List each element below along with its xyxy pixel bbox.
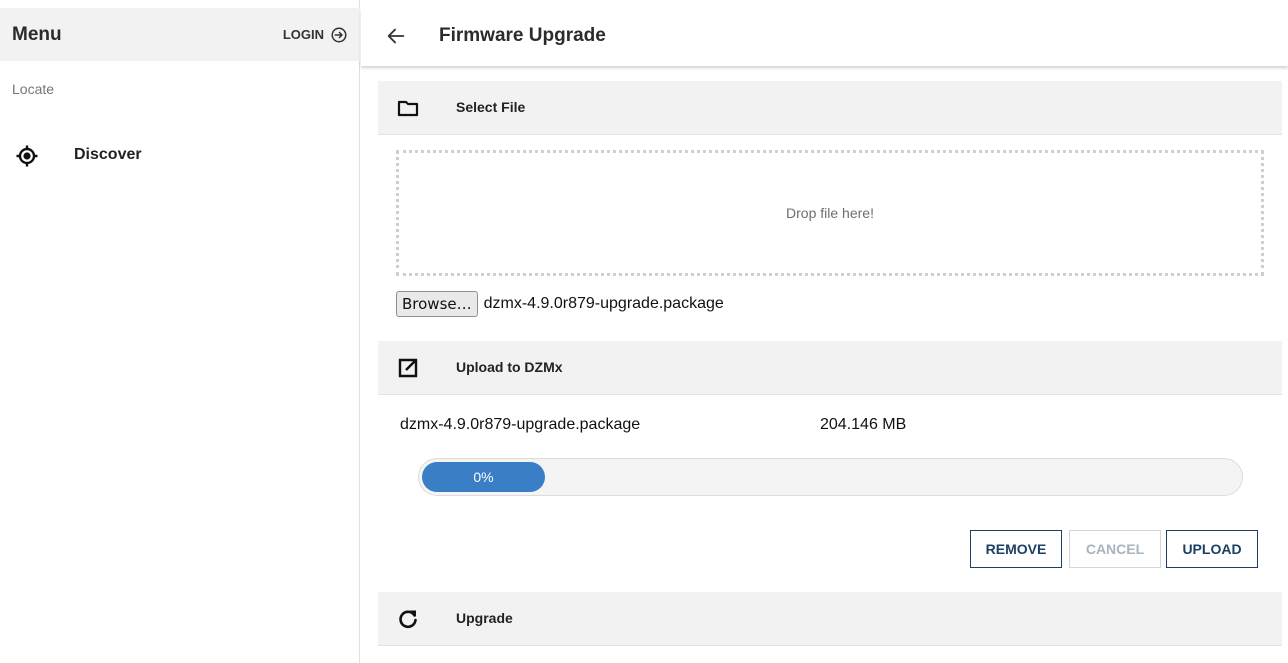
section-select-file: Select File xyxy=(378,81,1282,135)
file-dropzone[interactable]: Drop file here! xyxy=(396,150,1264,276)
upload-button[interactable]: UPLOAD xyxy=(1166,530,1258,568)
upload-file-size: 204.146 MB xyxy=(820,416,907,433)
open-in-new-icon xyxy=(398,358,418,378)
page-title: Firmware Upgrade xyxy=(439,25,606,46)
sidebar-item-discover[interactable]: Discover xyxy=(0,138,360,174)
file-input: Browse… dzmx-4.9.0r879-upgrade.package xyxy=(396,290,724,317)
section-upload: Upload to DZMx xyxy=(378,341,1282,395)
section-title: Upload to DZMx xyxy=(456,359,563,375)
upload-file-name: dzmx-4.9.0r879-upgrade.package xyxy=(400,416,641,433)
login-button[interactable]: LOGIN xyxy=(283,26,348,44)
arrow-left-icon[interactable] xyxy=(385,25,407,47)
page-header: Firmware Upgrade xyxy=(361,8,1288,66)
remove-button[interactable]: REMOVE xyxy=(970,530,1062,568)
section-title: Select File xyxy=(456,99,526,115)
menu-title: Menu xyxy=(12,23,62,45)
refresh-icon xyxy=(399,610,417,629)
sidebar-header: Menu LOGIN xyxy=(0,8,360,61)
section-upgrade: Upgrade xyxy=(378,592,1282,646)
selected-file-name: dzmx-4.9.0r879-upgrade.package xyxy=(483,294,724,312)
upload-progress-bar: 0% xyxy=(418,458,1243,496)
cancel-button[interactable]: CANCEL xyxy=(1069,530,1161,568)
sidebar: Menu LOGIN Locate Discover xyxy=(0,0,360,663)
folder-icon xyxy=(397,100,419,117)
dropzone-text: Drop file here! xyxy=(786,205,874,221)
target-icon xyxy=(16,145,38,167)
sidebar-item-label: Discover xyxy=(74,146,142,163)
login-label: LOGIN xyxy=(282,27,324,42)
progress-fill: 0% xyxy=(422,462,545,492)
progress-label: 0% xyxy=(473,469,494,485)
nav-section-label: Locate xyxy=(12,81,55,97)
section-title: Upgrade xyxy=(456,610,513,626)
browse-button[interactable]: Browse… xyxy=(396,290,478,317)
login-icon xyxy=(331,27,347,42)
